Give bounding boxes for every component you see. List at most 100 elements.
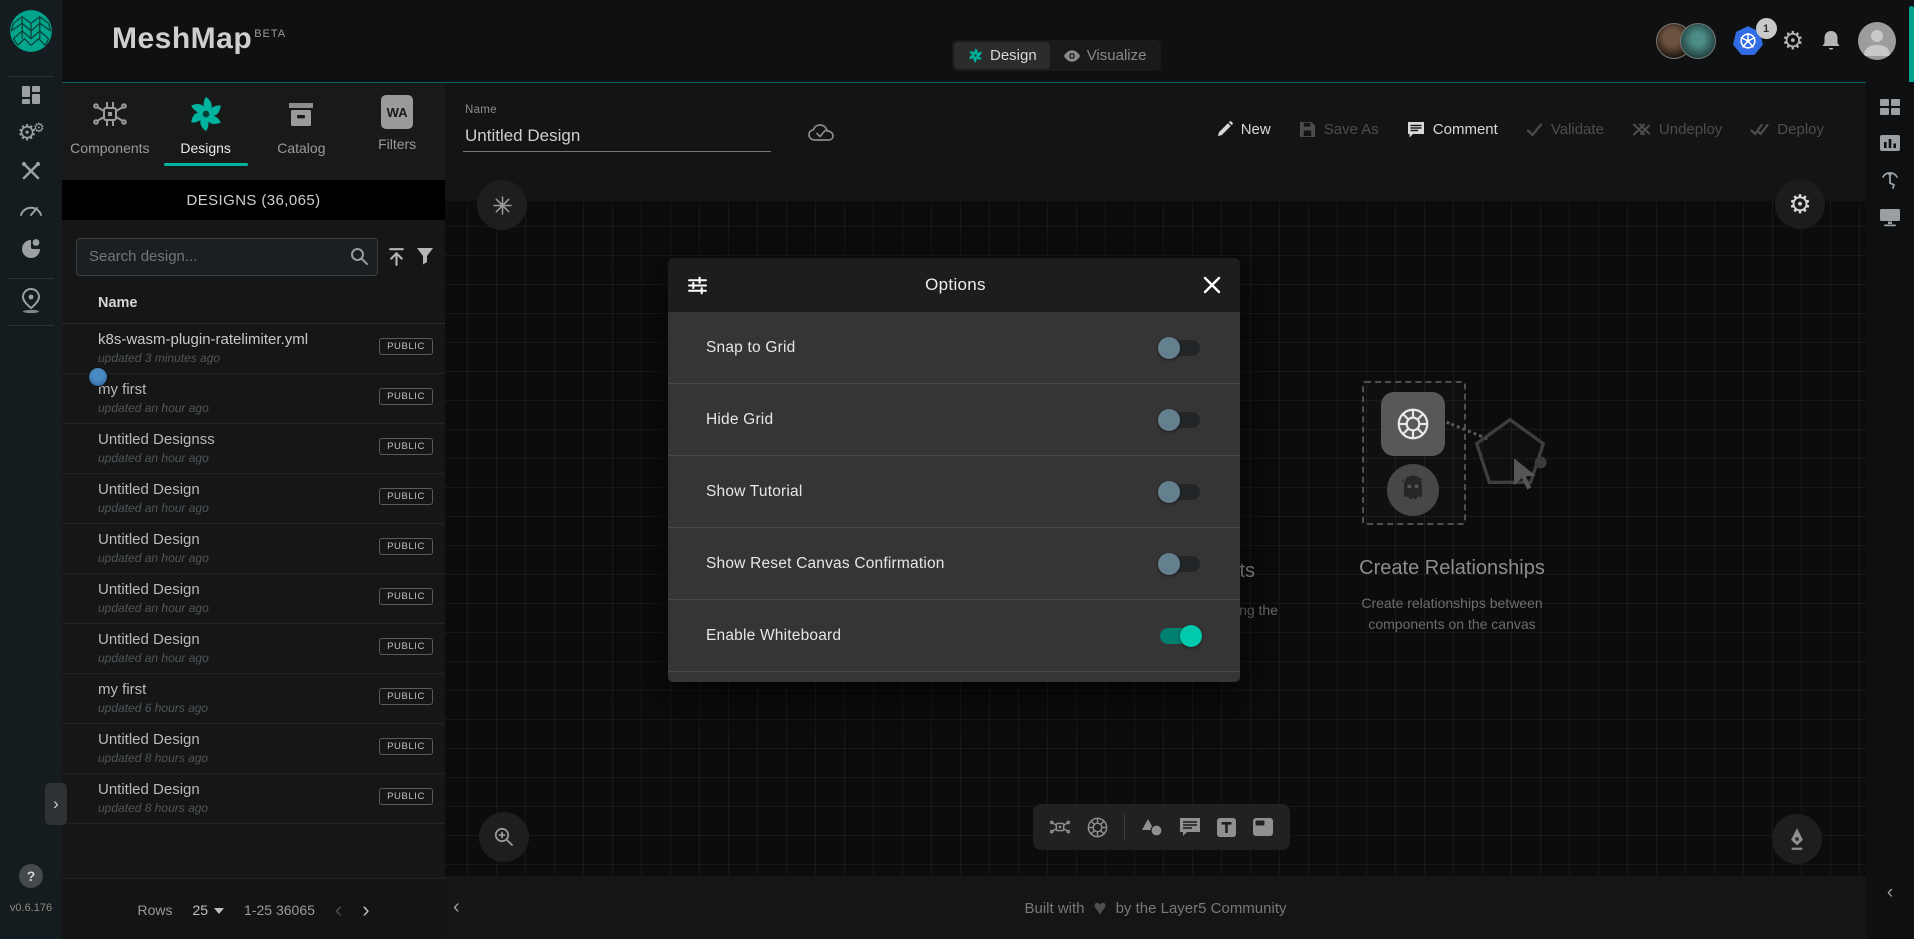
floppy-icon — [1299, 121, 1316, 138]
close-icon[interactable] — [1203, 276, 1221, 294]
option-row-snap-to-grid: Snap to Grid — [668, 312, 1240, 384]
layer5-logo-icon[interactable] — [9, 9, 53, 58]
kubernetes-context-icon[interactable]: 1 — [1732, 25, 1766, 57]
app-version: v0.6.176 — [0, 902, 62, 914]
prev-page-button[interactable]: ‹ — [335, 899, 342, 921]
components-icon — [91, 95, 129, 133]
column-header-name: Name — [98, 295, 138, 311]
meshmap-pin-icon[interactable] — [0, 284, 62, 318]
options-modal: Options Snap to Grid Hide Grid Show Tuto… — [668, 258, 1240, 682]
tab-filters[interactable]: WA Filters — [349, 83, 445, 180]
dock-media-icon[interactable] — [1252, 817, 1274, 837]
toggle-reset-confirmation[interactable] — [1160, 556, 1200, 572]
metrics-chart-icon[interactable] — [1866, 128, 1914, 158]
option-row-show-tutorial: Show Tutorial — [668, 456, 1240, 528]
design-row[interactable]: Untitled Design updated 8 hours ago PUBL… — [62, 774, 445, 824]
dock-components-icon[interactable] — [1049, 816, 1071, 838]
collaborator-avatars — [1656, 23, 1716, 59]
save-as-button[interactable]: Save As — [1299, 121, 1379, 138]
toggle-knob — [1180, 625, 1202, 647]
catalog-icon — [283, 95, 319, 133]
design-owner-avatar — [88, 367, 108, 387]
design-name-label: Name — [465, 104, 497, 116]
comment-button[interactable]: Comment — [1407, 121, 1498, 138]
toggle-hide-grid[interactable] — [1160, 412, 1200, 428]
tab-design[interactable]: Design — [954, 42, 1050, 69]
undeploy-button[interactable]: Undeploy — [1632, 121, 1722, 138]
tab-catalog[interactable]: Catalog — [254, 83, 350, 180]
deploy-button[interactable]: Deploy — [1750, 121, 1824, 138]
visibility-badge: PUBLIC — [379, 488, 433, 505]
nav-divider — [8, 325, 54, 326]
display-monitor-icon[interactable] — [1866, 202, 1914, 232]
upload-design-icon[interactable] — [386, 246, 407, 272]
help-icon[interactable]: ? — [19, 864, 43, 888]
configuration-tools-icon[interactable] — [0, 154, 62, 188]
panel-grid-icon[interactable] — [1866, 92, 1914, 122]
rows-label: Rows — [137, 902, 172, 918]
design-name-input[interactable] — [463, 121, 771, 152]
dock-kubernetes-icon[interactable] — [1086, 816, 1109, 839]
whiteboard-pen-button[interactable] — [1772, 814, 1822, 864]
extensions-icon[interactable] — [0, 232, 62, 266]
design-row[interactable]: my first updated 6 hours ago PUBLIC — [62, 674, 445, 724]
eye-icon — [1063, 49, 1081, 63]
canvas-settings-button[interactable]: ⚙ — [1775, 179, 1825, 229]
design-row[interactable]: k8s-wasm-plugin-ratelimiter.yml updated … — [62, 324, 445, 374]
collaborator-avatar[interactable] — [1680, 23, 1716, 59]
toggle-snap-to-grid[interactable] — [1160, 340, 1200, 356]
top-header: MeshMapBETA Design — [62, 0, 1914, 82]
zoom-in-icon — [493, 826, 515, 848]
canvas-footer: ‹ Built with ♥ by the Layer5 Community — [445, 876, 1866, 939]
nav-divider — [8, 278, 54, 279]
dashboard-icon[interactable] — [0, 78, 62, 112]
tutorial-description: Create relationships between components … — [1277, 593, 1627, 635]
visibility-badge: PUBLIC — [379, 738, 433, 755]
design-row[interactable]: Untitled Design updated an hour ago PUBL… — [62, 624, 445, 674]
design-row[interactable]: Untitled Design updated 8 hours ago PUBL… — [62, 724, 445, 774]
settings-gear-icon[interactable]: ⚙ — [1782, 29, 1804, 54]
validate-button[interactable]: Validate — [1526, 121, 1604, 138]
freeze-layout-button[interactable] — [477, 180, 527, 230]
design-row[interactable]: Untitled Designss updated an hour ago PU… — [62, 424, 445, 474]
design-row[interactable]: Untitled Design updated an hour ago PUBL… — [62, 524, 445, 574]
performance-gauge-icon[interactable] — [0, 193, 62, 227]
double-check-icon — [1750, 122, 1769, 137]
interaction-touch-icon[interactable] — [1866, 165, 1914, 195]
new-button[interactable]: New — [1216, 121, 1271, 138]
panel-expand-handle[interactable]: › — [45, 783, 67, 825]
rows-per-page-select[interactable]: 25 — [192, 902, 224, 918]
dock-shapes-icon[interactable] — [1140, 816, 1164, 838]
lifecycle-gears-icon[interactable]: ⚙⚙ — [0, 116, 62, 150]
rightbar-collapse-chevron[interactable]: ‹ — [1866, 882, 1914, 904]
design-row[interactable]: Untitled Design updated an hour ago PUBL… — [62, 474, 445, 524]
tab-visualize[interactable]: Visualize — [1050, 42, 1160, 69]
search-input[interactable] — [77, 239, 349, 273]
designs-count-header: DESIGNS (36,065) — [62, 180, 445, 220]
design-row[interactable]: Untitled Design updated an hour ago PUBL… — [62, 574, 445, 624]
tutorial-title: Create Relationships — [1302, 557, 1602, 580]
visibility-badge: PUBLIC — [379, 788, 433, 805]
visibility-badge: PUBLIC — [379, 438, 433, 455]
design-row[interactable]: my first updated an hour ago PUBLIC — [62, 374, 445, 424]
design-spiral-icon — [967, 47, 984, 64]
next-page-button[interactable]: › — [362, 899, 369, 921]
dock-comment-icon[interactable] — [1179, 817, 1201, 837]
tutorial-pentagon-shape — [1470, 413, 1550, 498]
footer-credit: Built with ♥ by the Layer5 Community — [445, 876, 1866, 939]
mode-toggle: Design Visualize — [952, 40, 1161, 71]
tab-components[interactable]: Components — [62, 83, 158, 180]
toggle-enable-whiteboard[interactable] — [1160, 628, 1200, 644]
visibility-badge: PUBLIC — [379, 588, 433, 605]
toggle-show-tutorial[interactable] — [1160, 484, 1200, 500]
zoom-button[interactable] — [479, 812, 529, 862]
dock-text-icon[interactable] — [1216, 817, 1237, 838]
user-profile-avatar[interactable] — [1858, 22, 1896, 60]
option-row-enable-whiteboard: Enable Whiteboard — [668, 600, 1240, 672]
search-icon[interactable] — [349, 246, 369, 271]
options-modal-header: Options — [668, 258, 1240, 312]
gear-icon: ⚙ — [1788, 189, 1811, 220]
filter-funnel-icon[interactable] — [415, 246, 435, 271]
visibility-badge: PUBLIC — [379, 388, 433, 405]
notifications-bell-icon[interactable] — [1820, 29, 1842, 53]
